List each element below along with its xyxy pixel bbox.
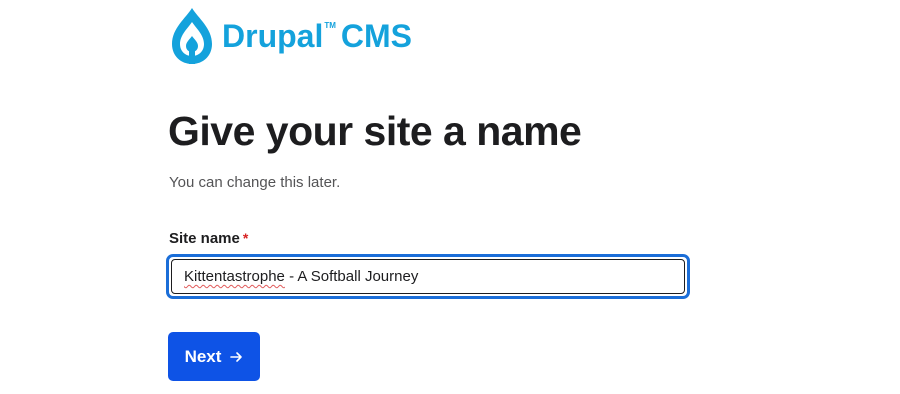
- installer-page: Drupal TM CMS Give your site a name You …: [0, 0, 900, 394]
- page-subtitle: You can change this later.: [169, 174, 341, 191]
- logo-wordmark: Drupal TM CMS: [222, 20, 412, 52]
- site-name-input[interactable]: Kittentastrophe - A Softball Journey: [171, 259, 685, 294]
- drupal-drop-icon: [172, 8, 212, 64]
- arrow-right-icon: [230, 351, 243, 362]
- required-asterisk: *: [242, 230, 249, 246]
- page-title: Give your site a name: [168, 108, 582, 154]
- next-button-label: Next: [184, 346, 222, 366]
- logo-trademark: TM: [324, 21, 336, 30]
- site-name-value-rest: - A Softball Journey: [284, 268, 419, 285]
- site-name-label: Site name *: [169, 230, 248, 247]
- next-button[interactable]: Next: [168, 332, 260, 381]
- site-name-input-value: Kittentastrophe - A Softball Journey: [184, 268, 418, 285]
- site-name-label-text: Site name: [169, 230, 240, 247]
- logo-product: CMS: [340, 18, 413, 54]
- drupal-cms-logo: Drupal TM CMS: [168, 6, 412, 66]
- site-name-input-focus-ring[interactable]: Kittentastrophe - A Softball Journey: [166, 254, 690, 299]
- spellcheck-word: Kittentastrophe: [184, 268, 285, 285]
- logo-brand: Drupal: [222, 18, 324, 54]
